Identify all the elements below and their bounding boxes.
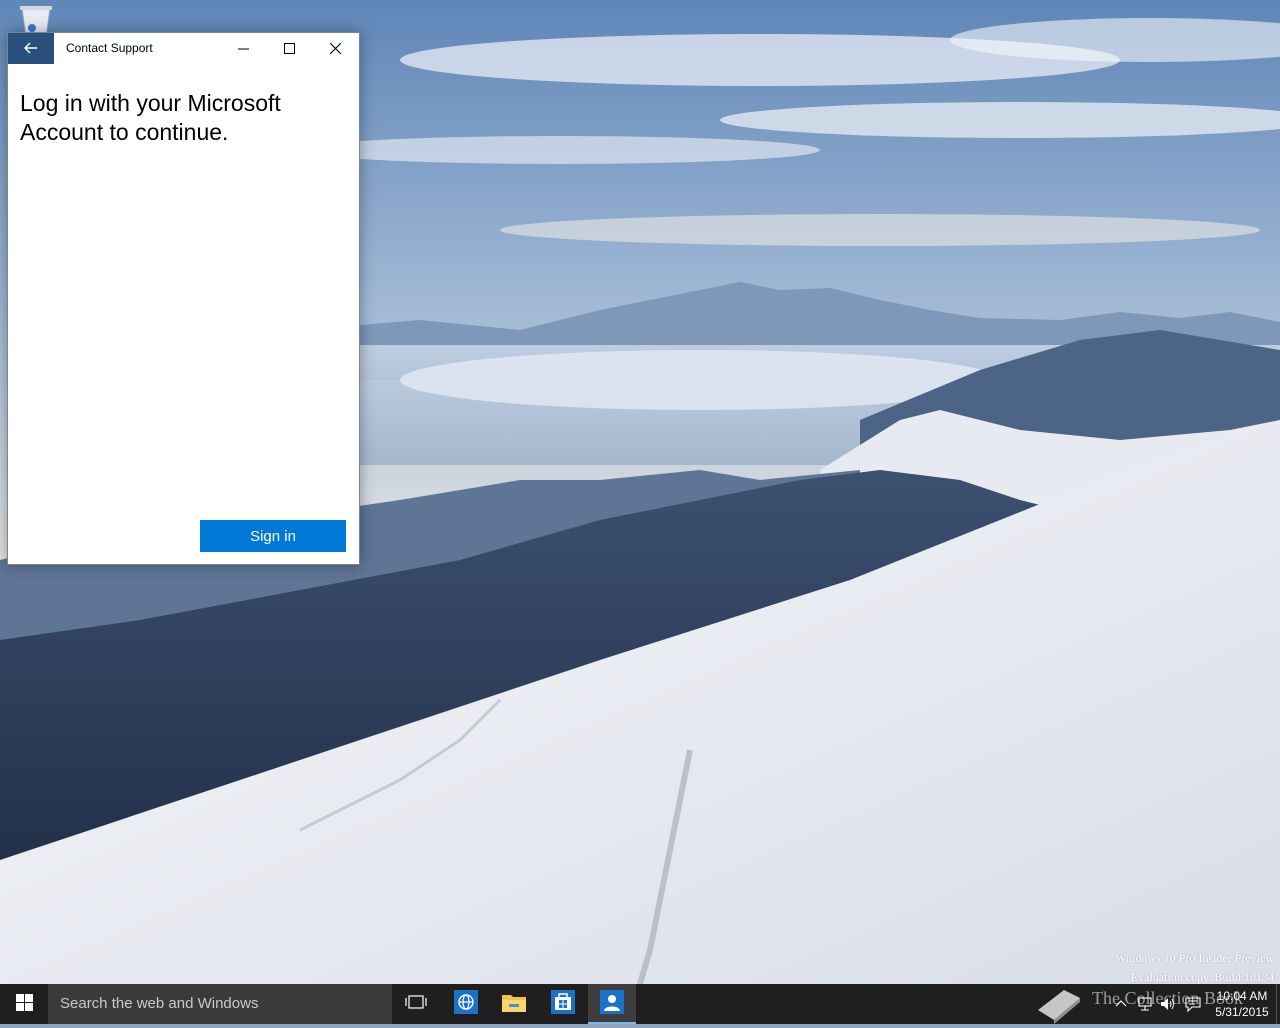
contact-support-icon [600, 990, 624, 1018]
watermark-line-1: Windows 10 Pro Insider Preview [1115, 951, 1274, 965]
minimize-button[interactable] [220, 33, 266, 64]
clock-time: 10:04 AM [1216, 989, 1268, 1003]
show-desktop-button[interactable] [1276, 984, 1280, 1024]
edge-browser-icon [454, 990, 478, 1018]
store-icon [551, 990, 575, 1018]
file-explorer-button[interactable] [490, 984, 538, 1024]
task-view-button[interactable] [392, 984, 440, 1024]
network-icon[interactable] [1137, 996, 1153, 1012]
volume-icon[interactable] [1160, 996, 1176, 1012]
store-button[interactable] [539, 984, 587, 1024]
search-box[interactable]: Search the web and Windows [48, 984, 392, 1024]
minimize-icon [237, 39, 249, 58]
maximize-button[interactable] [266, 33, 312, 64]
action-center-icon[interactable] [1185, 996, 1201, 1013]
edge-browser-button[interactable] [442, 984, 490, 1024]
close-button[interactable] [312, 33, 358, 64]
build-watermark: Windows 10 Pro Insider Preview Evaluatio… [1115, 949, 1274, 987]
system-clock[interactable]: 10:04 AM 5/31/2015 [1210, 988, 1274, 1020]
window-title: Contact Support [66, 41, 153, 55]
back-button[interactable] [8, 33, 54, 64]
windows-logo-icon [15, 993, 33, 1015]
contact-support-window: Contact Support Log in with your Microso… [7, 32, 360, 565]
book-logo-icon [1030, 984, 1086, 1024]
task-view-icon [405, 994, 427, 1014]
close-icon [329, 39, 341, 58]
start-button[interactable] [0, 984, 48, 1024]
chevron-up-icon[interactable] [1113, 996, 1129, 1012]
back-arrow-icon [24, 39, 38, 58]
taskbar: Search the web and Windows The Collectio… [0, 984, 1280, 1024]
maximize-icon [283, 39, 295, 58]
file-explorer-icon [502, 992, 526, 1016]
clock-date: 5/31/2015 [1215, 1005, 1269, 1019]
sign-in-button[interactable]: Sign in [200, 520, 346, 552]
contact-support-taskbar-button[interactable] [588, 984, 636, 1024]
login-heading: Log in with your Microsoft Account to co… [20, 90, 281, 145]
title-bar[interactable]: Contact Support [8, 33, 359, 64]
